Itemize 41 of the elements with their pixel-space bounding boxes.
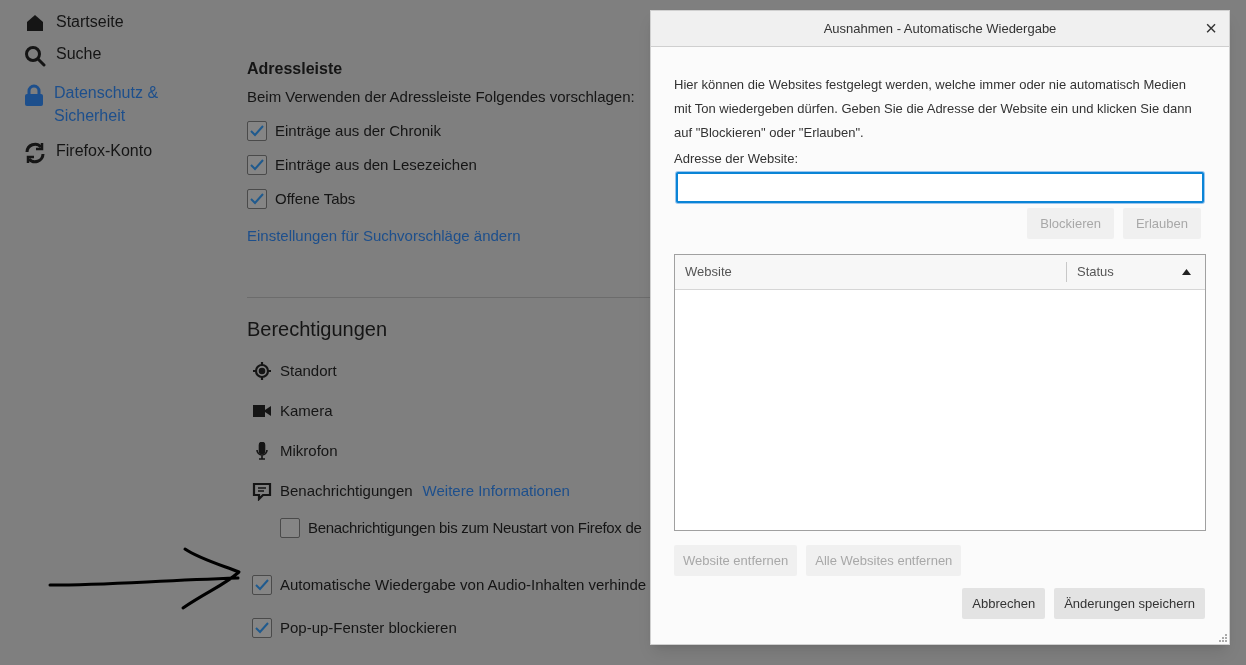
checkbox-label: Einträge aus der Chronik [275, 121, 441, 141]
lock-icon [24, 84, 44, 106]
sidebar-item[interactable]: Firefox-Konto [24, 139, 214, 164]
field-label: Adresse der Website: [674, 150, 800, 168]
checkbox[interactable] [252, 575, 272, 595]
location-icon [252, 362, 271, 380]
column-header[interactable]: Website [675, 255, 1066, 289]
checkbox[interactable] [280, 518, 300, 538]
permission-label: Benachrichtigungen [280, 481, 413, 501]
description-text: Beim Verwenden der Adressleiste Folgendes vorschlagen: [247, 87, 635, 107]
address-field[interactable] [676, 172, 1204, 203]
permission-label: Standort [280, 361, 337, 381]
dialog-title: Ausnahmen - Automatische Wiedergabe [823, 19, 1057, 38]
home-icon [25, 13, 45, 33]
message-icon [251, 481, 272, 501]
microphone-icon [254, 442, 269, 460]
checkbox-label: Automatische Wiedergabe von Audio-Inhalten verhinde [280, 575, 647, 595]
section-heading: Adressleiste [247, 59, 344, 79]
sync-icon [24, 142, 46, 164]
column-header[interactable]: Status [1067, 255, 1205, 289]
checkbox[interactable] [252, 618, 272, 638]
resize-grip-icon[interactable] [1219, 634, 1227, 642]
checkbox-label: Einträge aus den Lesezeichen [275, 155, 477, 175]
sort-icon [1182, 269, 1191, 275]
checkbox-label: Benachrichtigungen bis zum Neustart von Firefox de [308, 518, 642, 538]
dialog-button[interactable]: Änderungen speichern [1054, 588, 1205, 619]
search-icon [24, 45, 46, 67]
checkbox[interactable] [247, 189, 267, 209]
checkbox-label: Offene Tabs [275, 189, 356, 209]
description-text: Hier können die Websites festgelegt werden, welche immer oder nie automatisch Medien mit Ton wiedergeben dürfen. Geben Sie die Adresse der Website ein und klicken Sie dann auf "Blockieren" oder "Erlauben". [674, 76, 1193, 142]
section-heading: Berechtigungen [247, 317, 388, 342]
checkbox[interactable] [247, 121, 267, 141]
close-button[interactable]: × [1205, 17, 1217, 39]
camera-icon [252, 404, 271, 418]
checkbox[interactable] [247, 155, 267, 175]
permission-label: Kamera [280, 401, 333, 421]
permission-label: Mikrofon [280, 441, 338, 461]
sidebar-item[interactable]: Startseite [24, 10, 214, 33]
sidebar-item[interactable]: Suche [24, 42, 214, 67]
dialog-button[interactable]: Abbrechen [962, 588, 1046, 619]
checkbox-label: Pop-up-Fenster blockieren [280, 618, 457, 638]
